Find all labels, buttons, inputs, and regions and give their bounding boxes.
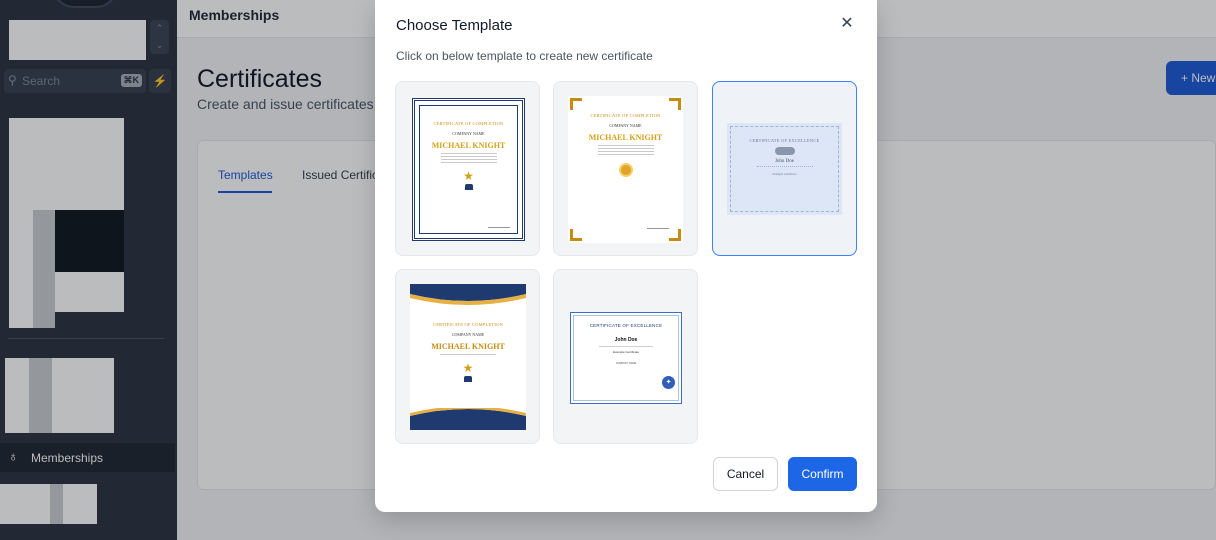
- certificate-recipient: John Doe: [614, 337, 638, 343]
- trophy-icon: ★: [463, 169, 474, 183]
- certificate-company: COMPANY NAME: [615, 362, 637, 365]
- corner-ornament: [570, 229, 582, 241]
- certificate-company: COMPANY NAME: [609, 123, 642, 128]
- certificate-recipient: MICHAEL KNIGHT: [431, 141, 506, 150]
- corner-ornament: [570, 98, 582, 110]
- certificate-preview: CERTIFICATE OF COMPLETION COMPANY NAME M…: [410, 284, 526, 430]
- certificate-body-text: [599, 346, 653, 347]
- certificate-company: COMPANY NAME: [452, 131, 485, 136]
- trophy-base: [464, 184, 473, 190]
- certificate-title: CERTIFICATE OF COMPLETION: [590, 113, 661, 118]
- modal-title: Choose Template: [396, 17, 513, 34]
- certificate-body-text: [440, 153, 497, 163]
- certificate-course: Example Certificate: [612, 350, 639, 354]
- cancel-button[interactable]: Cancel: [713, 457, 778, 491]
- medal-icon: [618, 163, 633, 177]
- template-card-4[interactable]: CERTIFICATE OF COMPLETION COMPANY NAME M…: [395, 269, 540, 444]
- certificate-body-text: [597, 145, 654, 155]
- certificate-preview: CERTIFICATE OF COMPLETION COMPANY NAME M…: [412, 98, 525, 241]
- wave-footer: [410, 408, 526, 430]
- modal-subtitle: Click on below template to create new ce…: [396, 49, 653, 63]
- certificate-preview: CERTIFICATE OF EXCELLENCE John Doe Examp…: [570, 312, 682, 404]
- seal-star-icon: ✦: [662, 376, 675, 389]
- certificate-title: CERTIFICATE OF EXCELLENCE: [589, 323, 663, 328]
- choose-template-modal: Choose Template ✕ Click on below templat…: [375, 0, 877, 512]
- confirm-button[interactable]: Confirm: [788, 457, 857, 491]
- dashed-frame: [730, 126, 839, 212]
- close-icon[interactable]: ✕: [837, 13, 857, 33]
- trophy-base: [464, 376, 472, 382]
- certificate-title: CERTIFICATE OF COMPLETION: [433, 121, 504, 126]
- template-card-1[interactable]: CERTIFICATE OF COMPLETION COMPANY NAME M…: [395, 81, 540, 256]
- corner-ornament: [669, 98, 681, 110]
- signature: [647, 223, 669, 229]
- template-card-5[interactable]: CERTIFICATE OF EXCELLENCE John Doe Examp…: [553, 269, 698, 444]
- certificate-preview: CERTIFICATE OF COMPLETION COMPANY NAME M…: [568, 96, 683, 243]
- certificate-recipient: MICHAEL KNIGHT: [431, 342, 505, 351]
- certificate-company: COMPANY NAME: [451, 332, 485, 337]
- certificate-title: CERTIFICATE OF COMPLETION: [433, 322, 503, 327]
- template-card-2[interactable]: CERTIFICATE OF COMPLETION COMPANY NAME M…: [553, 81, 698, 256]
- template-card-3[interactable]: CERTIFICATE OF EXCELLENCE John Doe Examp…: [712, 81, 857, 256]
- corner-ornament: [669, 229, 681, 241]
- certificate-preview: CERTIFICATE OF EXCELLENCE John Doe Examp…: [727, 123, 842, 215]
- wave-header: [410, 284, 526, 305]
- certificate-recipient: MICHAEL KNIGHT: [588, 133, 663, 142]
- certificate-body-text: [440, 354, 496, 355]
- trophy-icon: ★: [462, 361, 474, 375]
- signature: [488, 222, 510, 228]
